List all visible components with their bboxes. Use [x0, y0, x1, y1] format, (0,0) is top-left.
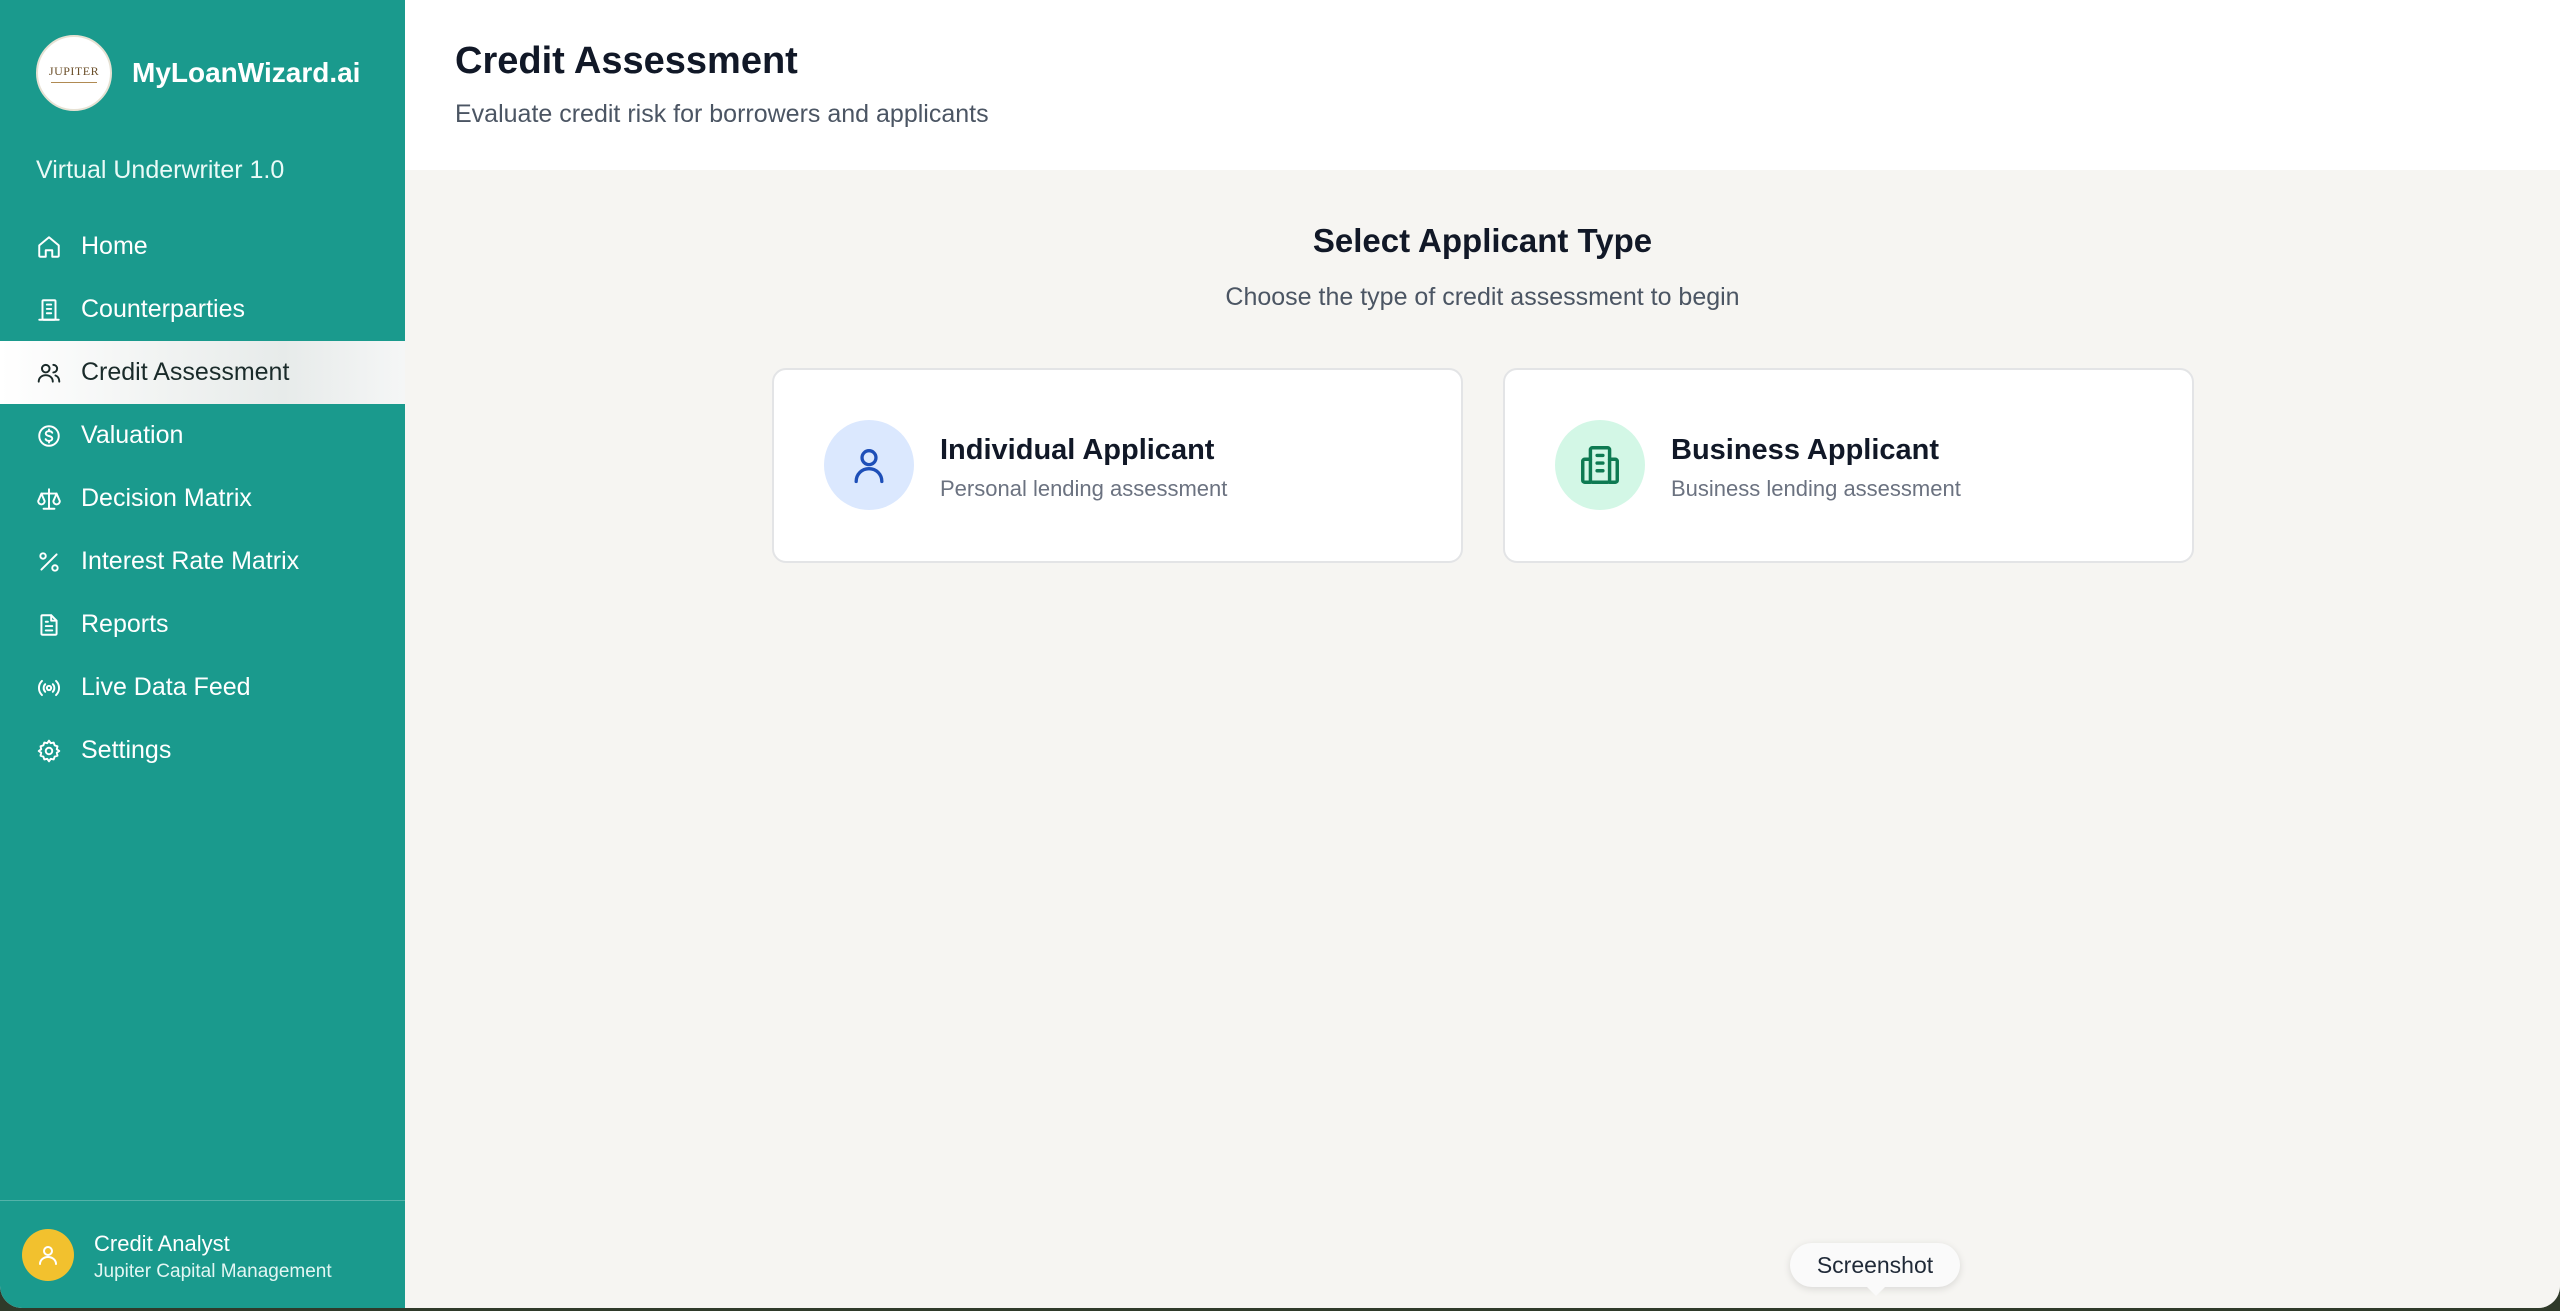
logo-text: JUPITER	[48, 63, 100, 78]
brand[interactable]: JUPITER MyLoanWizard.ai	[36, 35, 360, 111]
user-organization: Jupiter Capital Management	[94, 1261, 332, 1282]
sidebar-item-reports[interactable]: Reports	[0, 593, 405, 656]
app-window: JUPITER MyLoanWizard.ai Virtual Underwri…	[0, 0, 2560, 1308]
users-icon	[36, 360, 62, 386]
building-icon	[36, 297, 62, 323]
sidebar-item-valuation[interactable]: Valuation	[0, 404, 405, 467]
main-content: Select Applicant Type Choose the type of…	[405, 170, 2560, 1308]
section-subtitle: Choose the type of credit assessment to …	[1225, 283, 1740, 311]
gear-icon	[36, 738, 62, 764]
sidebar-item-credit-assessment[interactable]: Credit Assessment	[0, 341, 405, 404]
user-icon	[854, 449, 884, 484]
user-icon	[39, 1246, 57, 1265]
sidebar: JUPITER MyLoanWizard.ai Virtual Underwri…	[0, 0, 405, 1308]
individual-applicant-card[interactable]: Individual Applicant Personal lending as…	[772, 368, 1463, 563]
user-profile[interactable]: Credit Analyst Jupiter Capital Managemen…	[0, 1200, 405, 1308]
company-logo: JUPITER	[36, 35, 112, 111]
user-name: Credit Analyst	[94, 1231, 230, 1256]
broadcast-icon	[36, 675, 62, 701]
page-subtitle: Evaluate credit risk for borrowers and a…	[455, 100, 989, 128]
document-icon	[36, 612, 62, 638]
page-title: Credit Assessment	[455, 40, 798, 82]
sidebar-item-label: Interest Rate Matrix	[81, 547, 300, 575]
sidebar-item-label: Counterparties	[81, 295, 245, 323]
card-description: Business lending assessment	[1671, 476, 1961, 501]
brand-name: MyLoanWizard.ai	[132, 57, 361, 88]
building-icon	[1581, 446, 1619, 484]
business-applicant-card[interactable]: Business Applicant Business lending asse…	[1503, 368, 2194, 563]
sidebar-item-home[interactable]: Home	[0, 215, 405, 278]
business-icon-badge	[1555, 420, 1645, 510]
sidebar-item-counterparties[interactable]: Counterparties	[0, 278, 405, 341]
sidebar-item-settings[interactable]: Settings	[0, 719, 405, 782]
individual-icon-badge	[824, 420, 914, 510]
home-icon	[36, 234, 62, 260]
dollar-circle-icon	[36, 423, 62, 449]
sidebar-item-label: Reports	[81, 610, 169, 638]
logo-rule	[51, 81, 97, 83]
percent-icon	[36, 549, 62, 575]
sidebar-item-interest-rate-matrix[interactable]: Interest Rate Matrix	[0, 530, 405, 593]
page-header: Credit Assessment Evaluate credit risk f…	[405, 0, 2560, 170]
sidebar-item-decision-matrix[interactable]: Decision Matrix	[0, 467, 405, 530]
sidebar-item-live-data-feed[interactable]: Live Data Feed	[0, 656, 405, 719]
section-title: Select Applicant Type	[1312, 222, 1653, 259]
scale-icon	[36, 486, 62, 512]
sidebar-item-label: Decision Matrix	[81, 484, 252, 512]
sidebar-item-label: Settings	[81, 736, 172, 764]
sidebar-item-label: Live Data Feed	[81, 673, 251, 701]
sidebar-nav: Home Counterparties Credit Assessment Va…	[0, 215, 405, 782]
card-description: Personal lending assessment	[940, 476, 1228, 501]
tooltip-arrow	[1866, 1286, 1886, 1296]
screenshot-tooltip: Screenshot	[1790, 1243, 1960, 1287]
sidebar-item-label: Home	[81, 232, 148, 260]
sidebar-item-label: Valuation	[81, 421, 184, 449]
sidebar-item-label: Credit Assessment	[81, 358, 290, 386]
app-version: Virtual Underwriter 1.0	[36, 156, 285, 184]
avatar	[22, 1229, 74, 1281]
card-title: Business Applicant	[1671, 434, 1940, 466]
card-title: Individual Applicant	[940, 434, 1215, 466]
